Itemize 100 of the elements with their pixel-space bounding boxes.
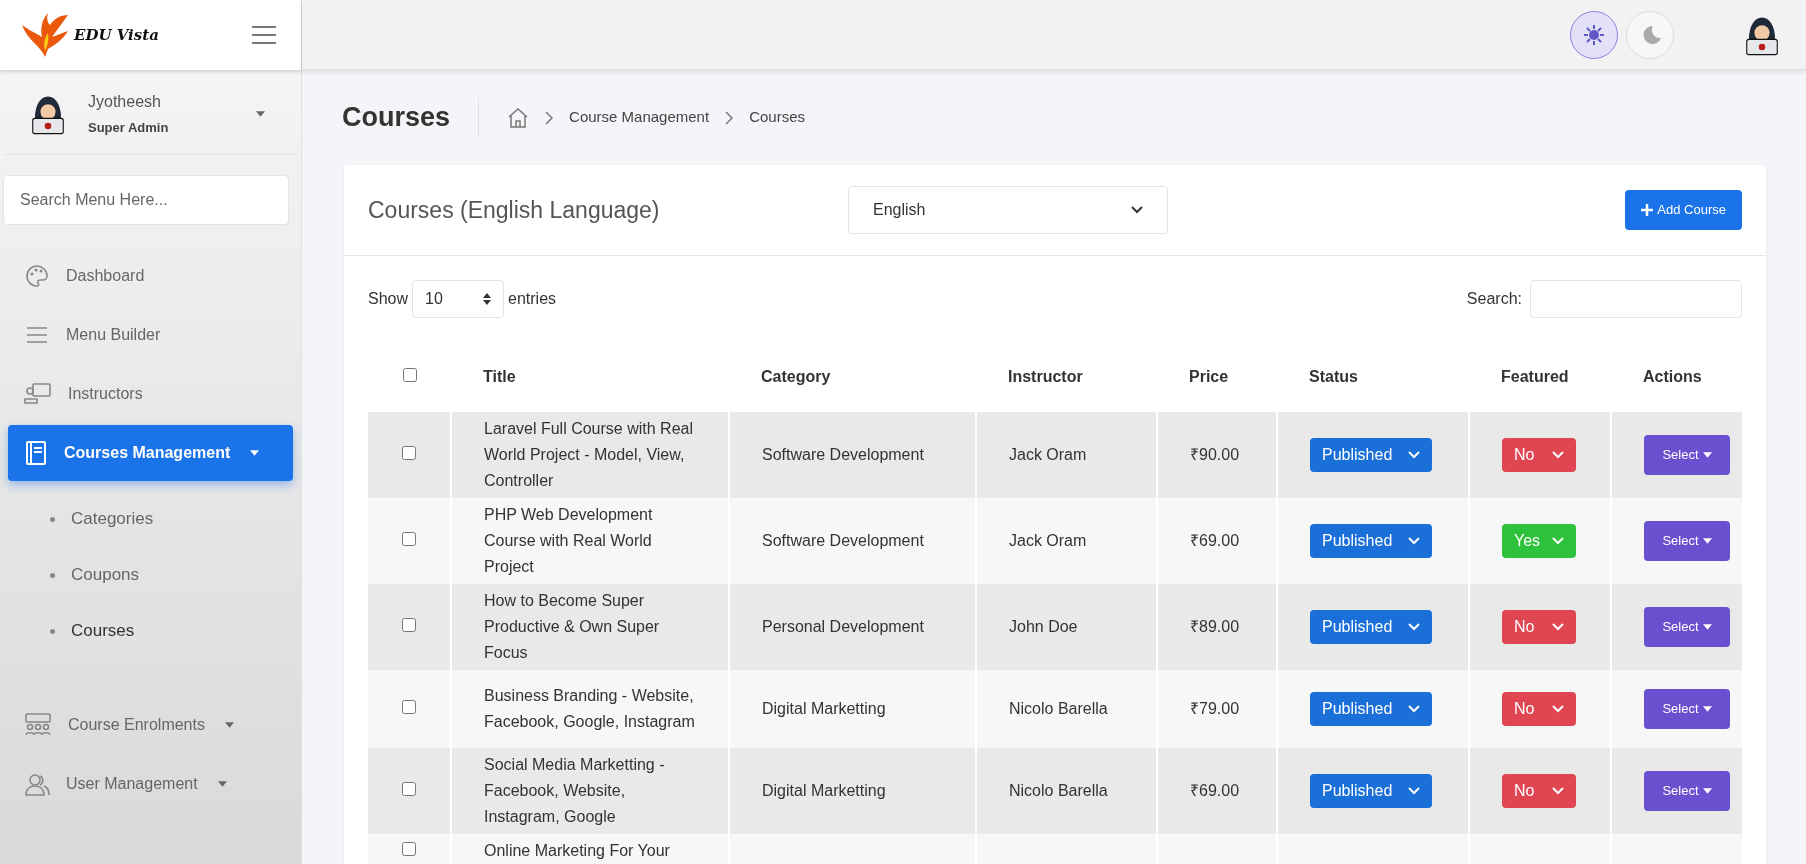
- row-checkbox[interactable]: [402, 842, 416, 856]
- brand-name: EDU Vista: [74, 24, 159, 46]
- caret-icon: [1702, 624, 1712, 630]
- row-checkbox[interactable]: [402, 532, 416, 546]
- row-checkbox[interactable]: [402, 700, 416, 714]
- column-header: Instructor: [976, 342, 1157, 412]
- table-cell: John Doe: [976, 584, 1157, 670]
- table-cell: ₹89.00: [1157, 584, 1277, 670]
- table-cell: Personal Development: [729, 584, 976, 670]
- chevron-down-icon: [1552, 623, 1564, 631]
- table-cell: Software Development: [729, 412, 976, 498]
- chevron-down-icon: [1408, 537, 1420, 545]
- column-header: Category: [729, 342, 976, 412]
- actions-dropdown[interactable]: Select: [1644, 607, 1730, 647]
- featured-select[interactable]: No: [1502, 692, 1576, 726]
- show-label: Show: [368, 289, 409, 309]
- table-cell: Nicolo Barella: [976, 748, 1157, 834]
- caret-icon: [1702, 452, 1712, 458]
- sidebar-subitem[interactable]: Categories: [8, 493, 293, 545]
- actions-dropdown[interactable]: Select: [1644, 521, 1730, 561]
- home-icon: [507, 106, 530, 129]
- table-cell: Online Marketing For Your: [451, 834, 729, 864]
- table-cell: Nicolo Barella: [976, 670, 1157, 748]
- sidebar-item[interactable]: Dashboard: [8, 248, 293, 304]
- users-icon: [24, 771, 50, 797]
- bullet-icon: [50, 628, 55, 634]
- sidebar-subitem[interactable]: Coupons: [8, 549, 293, 601]
- book-icon: [24, 440, 48, 466]
- user-name: Jyotheesh: [88, 92, 162, 113]
- add-course-button[interactable]: Add Course: [1625, 190, 1742, 230]
- table-cell: Business Branding - Website, Facebook, Google, Instagram: [451, 670, 729, 748]
- light-mode-button[interactable]: [1570, 10, 1618, 59]
- menu-search-field[interactable]: Search Menu Here...: [3, 175, 289, 225]
- actions-dropdown[interactable]: Select: [1644, 435, 1730, 475]
- table-cell: ₹79.00: [1157, 670, 1277, 748]
- featured-select[interactable]: No: [1502, 610, 1576, 644]
- status-select[interactable]: Published: [1310, 438, 1432, 472]
- sort-arrows-icon: [483, 293, 492, 305]
- chevron-down-icon: [1552, 787, 1564, 795]
- group-icon: [24, 712, 52, 738]
- entries-label: entries: [508, 289, 557, 309]
- sidebar-item[interactable]: Instructors: [8, 366, 293, 422]
- caret-icon: [1702, 706, 1712, 712]
- table-cell: Social Media Marketting - Facebook, Website, Instagram, Google: [451, 748, 729, 834]
- caret-icon: [1702, 788, 1712, 794]
- actions-dropdown[interactable]: Select: [1644, 689, 1730, 729]
- card-title: Courses (English Language): [368, 195, 661, 225]
- chevron-right-icon: [725, 110, 734, 125]
- chevron-right-icon: [545, 110, 554, 125]
- plus-icon: [1641, 204, 1654, 216]
- chevron-down-icon: [1552, 451, 1564, 459]
- select-all-checkbox[interactable]: [402, 368, 417, 382]
- user-role: Super Admin: [88, 119, 170, 138]
- column-header: Title: [451, 342, 729, 412]
- caret-icon: [1702, 538, 1712, 544]
- table-search-field[interactable]: [1530, 280, 1742, 318]
- featured-select[interactable]: No: [1502, 774, 1576, 808]
- status-select[interactable]: Published: [1310, 774, 1432, 808]
- bullet-icon: [50, 572, 55, 578]
- table-cell: Digital Marketting: [729, 748, 976, 834]
- entries-select[interactable]: 10: [412, 280, 505, 318]
- table-cell: Jack Oram: [976, 412, 1157, 498]
- sidebar-item[interactable]: Course Enrolments: [8, 697, 293, 753]
- row-checkbox[interactable]: [402, 618, 416, 632]
- actions-dropdown[interactable]: Select: [1644, 771, 1730, 811]
- sidebar-item[interactable]: Menu Builder: [8, 307, 293, 363]
- column-header: Actions: [1611, 342, 1742, 412]
- caret-icon: [256, 111, 265, 117]
- status-select[interactable]: Published: [1310, 610, 1432, 644]
- menu-icon: [251, 25, 277, 45]
- breadcrumb-link[interactable]: Courses: [749, 106, 805, 129]
- status-select[interactable]: Published: [1310, 692, 1432, 726]
- chevron-down-icon: [1408, 451, 1420, 459]
- row-checkbox[interactable]: [402, 446, 416, 460]
- search-label: Search:: [1466, 289, 1522, 309]
- column-header: Price: [1157, 342, 1277, 412]
- sun-icon: [1583, 23, 1605, 46]
- chevron-down-icon: [1131, 206, 1143, 214]
- table-cell: PHP Web Development Course with Real World Project: [451, 498, 729, 584]
- featured-select[interactable]: No: [1502, 438, 1576, 472]
- chevron-down-icon: [1408, 787, 1420, 795]
- table-cell: How to Become Super Productive & Own Super Focus: [451, 584, 729, 670]
- status-select[interactable]: Published: [1310, 524, 1432, 558]
- chevron-down-icon: [1552, 705, 1564, 713]
- bullet-icon: [50, 516, 55, 522]
- sidebar-item[interactable]: Courses Management: [8, 425, 293, 481]
- sidebar-item[interactable]: User Management: [8, 756, 293, 812]
- chevron-down-icon: [1408, 705, 1420, 713]
- table-cell: Digital Marketting: [729, 670, 976, 748]
- language-select[interactable]: English: [848, 186, 1168, 234]
- page-title: Courses: [342, 97, 480, 138]
- table-cell: ₹69.00: [1157, 498, 1277, 584]
- phoenix-logo-icon: [20, 11, 70, 59]
- table-cell: Laravel Full Course with Real World Project - Model, View, Controller: [451, 412, 729, 498]
- breadcrumb-link[interactable]: Course Management: [569, 106, 710, 129]
- presenter-icon: [24, 381, 52, 407]
- row-checkbox[interactable]: [402, 782, 416, 796]
- palette-icon: [24, 263, 50, 289]
- table-cell: Jack Oram: [976, 498, 1157, 584]
- table-cell: Software Development: [729, 498, 976, 584]
